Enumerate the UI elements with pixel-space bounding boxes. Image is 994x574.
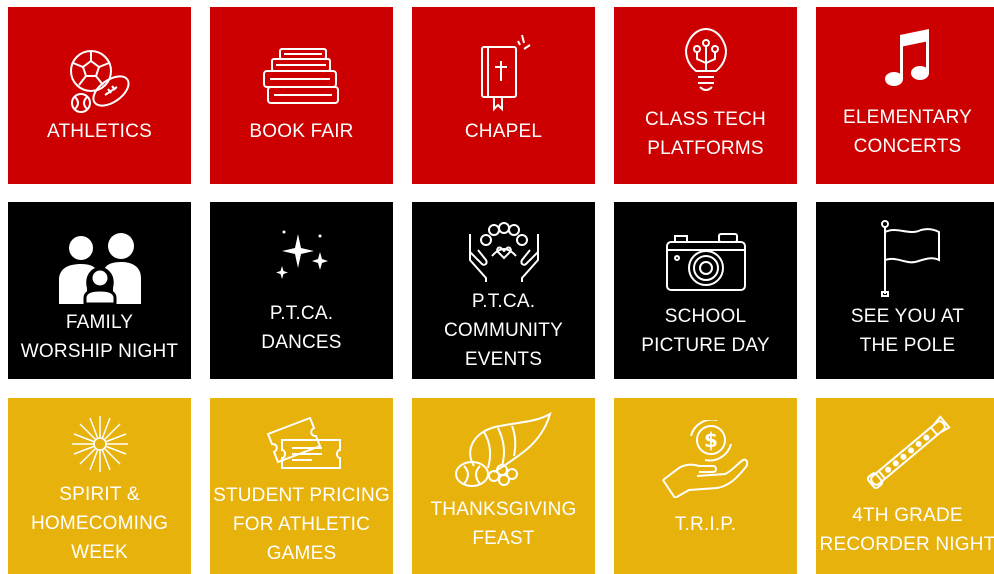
tile-class-tech-platforms[interactable]: CLASS TECH PLATFORMS	[614, 7, 797, 184]
tile-label: THANKSGIVING FEAST	[430, 499, 577, 549]
tile-trip[interactable]: $ T.R.I.P.	[614, 398, 797, 574]
tile-label: 4TH GRADE RECORDER NIGHT	[819, 505, 994, 555]
tile-elementary-concerts[interactable]: ELEMENTARY CONCERTS	[816, 7, 994, 184]
family-icon	[58, 233, 141, 306]
tile-label: BOOK FAIR	[249, 121, 354, 142]
tile-4th-grade-recorder-night[interactable]: 4TH GRADE RECORDER NIGHT	[816, 398, 994, 574]
tile-label: CLASS TECH PLATFORMS	[645, 109, 766, 159]
camera-icon	[665, 233, 746, 291]
tile-see-you-at-the-pole[interactable]: SEE YOU AT THE POLE	[816, 202, 994, 379]
community-hands-icon	[468, 222, 539, 282]
tile-book-fair[interactable]: BOOK FAIR	[210, 7, 393, 184]
tile-athletics[interactable]: ATHLETICS	[8, 7, 191, 184]
tile-label: P.T.CA. DANCES	[261, 303, 342, 353]
tile-label: ATHLETICS	[47, 121, 152, 142]
tile-ptca-dances[interactable]: P.T.CA. DANCES	[210, 202, 393, 379]
money-hand-icon: $	[661, 420, 748, 498]
sparkles-icon	[275, 230, 328, 279]
cornucopia-icon	[454, 411, 552, 487]
tile-student-pricing-athletic-games[interactable]: STUDENT PRICING FOR ATHLETIC GAMES	[210, 398, 393, 574]
tile-label: SEE YOU AT THE POLE	[850, 306, 965, 356]
bible-icon	[480, 34, 531, 112]
tile-label: FAMILY WORSHIP NIGHT	[20, 312, 179, 362]
tile-ptca-community-events[interactable]: P.T.CA. COMMUNITY EVENTS	[412, 202, 595, 379]
sports-balls-icon	[69, 50, 130, 113]
tile-spirit-homecoming-week[interactable]: SPIRIT & HOMECOMING WEEK	[8, 398, 191, 574]
tile-label: SPIRIT & HOMECOMING WEEK	[30, 484, 169, 563]
tile-label: P.T.CA. COMMUNITY EVENTS	[444, 291, 563, 370]
tile-label: STUDENT PRICING FOR ATHLETIC GAMES	[213, 485, 390, 564]
books-stack-icon	[262, 48, 339, 104]
tickets-icon	[266, 416, 341, 469]
tile-thanksgiving-feast[interactable]: THANKSGIVING FEAST	[412, 398, 595, 574]
svg-text:$: $	[704, 428, 718, 452]
tile-label: ELEMENTARY CONCERTS	[842, 107, 973, 157]
music-note-icon	[884, 29, 929, 86]
flag-pole-icon	[880, 220, 940, 297]
lightbulb-circuit-icon	[684, 27, 727, 91]
tile-label: CHAPEL	[464, 121, 543, 142]
tile-label: SCHOOL PICTURE DAY	[641, 306, 770, 356]
pom-pom-icon	[71, 416, 128, 472]
tile-chapel[interactable]: CHAPEL	[412, 7, 595, 184]
recorder-flute-icon	[866, 415, 951, 489]
activity-grid: ATHLETICS BOOK FAIR CHAPEL CLASS TECH PL…	[0, 0, 994, 574]
tile-school-picture-day[interactable]: SCHOOL PICTURE DAY	[614, 202, 797, 379]
tile-family-worship-night[interactable]: FAMILY WORSHIP NIGHT	[8, 202, 191, 379]
tile-label: T.R.I.P.	[674, 514, 737, 535]
